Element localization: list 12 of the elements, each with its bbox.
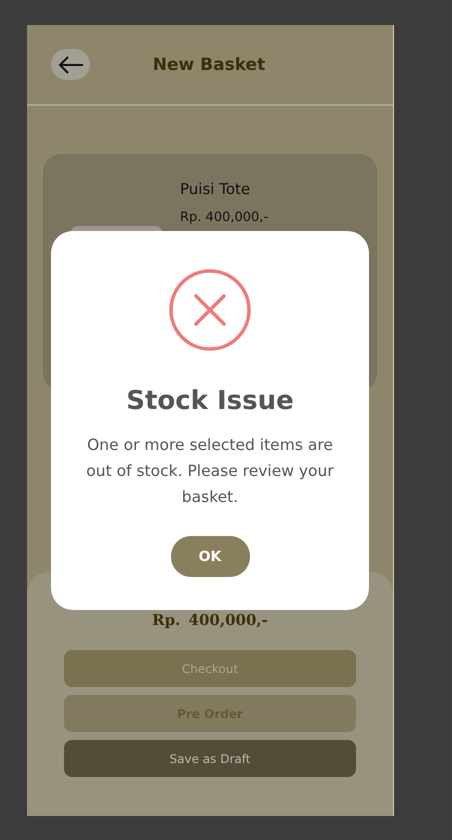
- back-button[interactable]: [51, 49, 90, 80]
- item-price: Rp. 400,000,-: [180, 210, 268, 225]
- page-title: New Basket: [152, 54, 266, 74]
- ok-button[interactable]: OK: [170, 536, 250, 577]
- total-price: Rp. 400,000,-: [152, 611, 268, 629]
- action-button[interactable]: Save as Draft: [64, 740, 356, 777]
- dialog-title: Stock Issue: [126, 386, 294, 416]
- dialog-message: One or more selected items are out of stock. Please review your basket.: [85, 435, 335, 508]
- action-button[interactable]: Checkout: [64, 650, 356, 687]
- error-icon: [168, 268, 252, 352]
- item-name: Puisi Tote: [180, 180, 252, 198]
- arrow-left-icon: [58, 56, 84, 74]
